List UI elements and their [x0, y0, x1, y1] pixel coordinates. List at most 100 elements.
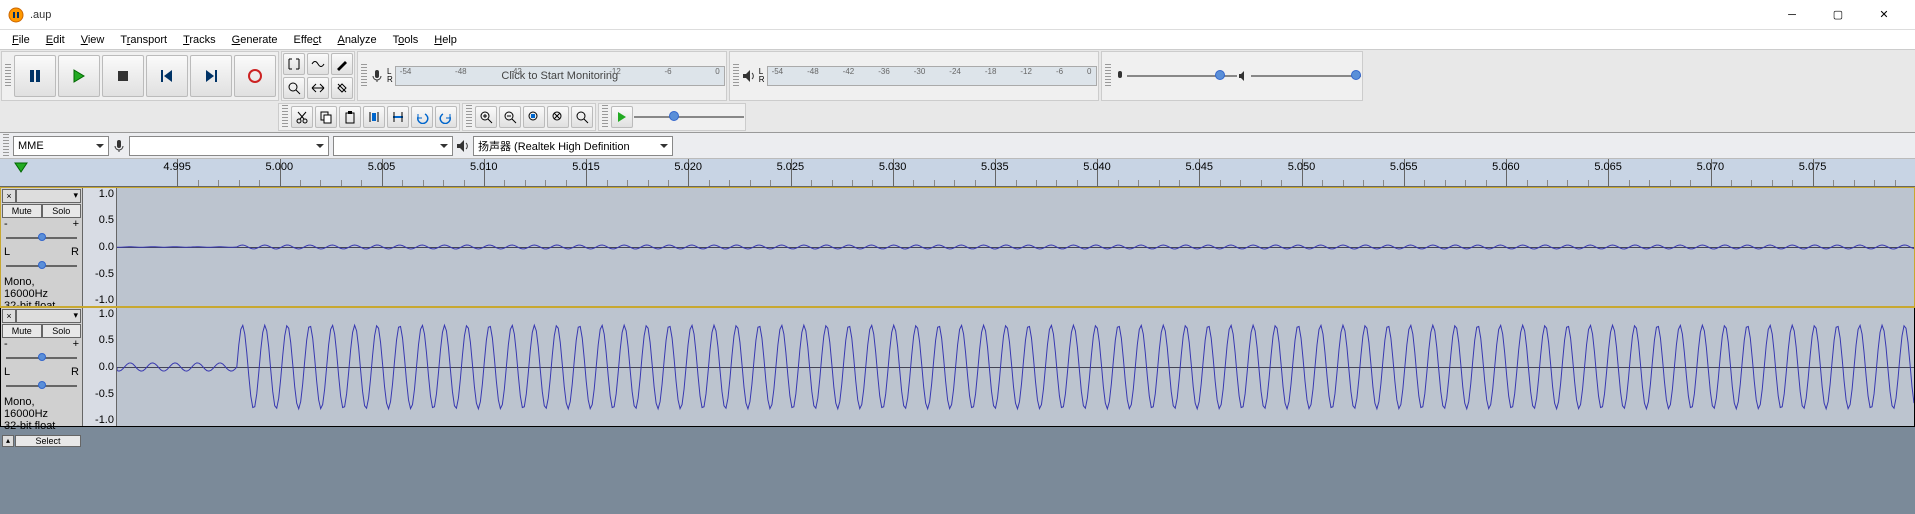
redo-button[interactable]	[435, 106, 457, 128]
undo-button[interactable]	[411, 106, 433, 128]
record-meter[interactable]: Click to Start Monitoring -54-48-42-12-6…	[395, 66, 725, 86]
zoom-sel-button[interactable]	[523, 106, 545, 128]
menu-tools[interactable]: Tools	[385, 32, 427, 48]
paste-button[interactable]	[339, 106, 361, 128]
cut-button[interactable]	[291, 106, 313, 128]
timeshift-tool-button[interactable]	[307, 77, 329, 99]
host-combo[interactable]: MME	[13, 136, 109, 156]
zoom-fit-button[interactable]	[547, 106, 569, 128]
gain-slider[interactable]	[6, 352, 77, 364]
multi-tool-button[interactable]	[331, 77, 353, 99]
mute-button[interactable]: Mute	[2, 324, 42, 338]
grip-icon[interactable]	[361, 64, 367, 88]
maximize-button[interactable]: ▢	[1815, 0, 1861, 30]
speaker-icon	[741, 68, 757, 84]
track-2[interactable]: × ▾ Mute Solo -+ LR Mono, 16000Hz32-bit …	[0, 307, 1915, 427]
menu-bar: File Edit View Transport Tracks Generate…	[0, 30, 1915, 50]
track-panel: × ▾ Mute Solo -+ LR Mono, 16000Hz32-bit …	[1, 308, 83, 426]
zoom-toggle-button[interactable]	[571, 106, 593, 128]
selection-tool-button[interactable]	[283, 53, 305, 75]
track-menu-button[interactable]: ▾	[16, 309, 81, 323]
zoom-out-button[interactable]	[499, 106, 521, 128]
play-volume-slider[interactable]	[1251, 66, 1361, 86]
edit-toolbar	[278, 103, 460, 131]
mic-icon	[1113, 69, 1127, 83]
track-menu-button[interactable]: ▾	[16, 189, 81, 203]
waveform-display[interactable]	[117, 308, 1914, 426]
draw-tool-button[interactable]	[331, 53, 353, 75]
rec-device-combo[interactable]	[129, 136, 329, 156]
mixer-toolbar	[1101, 51, 1363, 101]
meter-lr-label: LR	[757, 68, 767, 84]
meter-ticks: -54-48-42-12-60	[396, 67, 724, 85]
menu-tracks[interactable]: Tracks	[175, 32, 224, 48]
menu-edit[interactable]: Edit	[38, 32, 73, 48]
grip-icon[interactable]	[5, 64, 11, 88]
rec-channels-combo[interactable]	[333, 136, 453, 156]
grip-icon[interactable]	[602, 105, 608, 129]
waveform-display[interactable]	[117, 188, 1914, 306]
grip-icon[interactable]	[1105, 64, 1111, 88]
skip-end-button[interactable]	[190, 55, 232, 97]
menu-view[interactable]: View	[73, 32, 113, 48]
grip-icon[interactable]	[466, 105, 472, 129]
speaker-icon	[455, 138, 471, 154]
menu-help[interactable]: Help	[426, 32, 465, 48]
mute-button[interactable]: Mute	[2, 204, 42, 218]
play-meter-toolbar: LR -54-48-42-36-30-24-18-12-60	[729, 51, 1099, 101]
pan-slider[interactable]	[6, 380, 77, 392]
tracks-area: × ▾ Mute Solo -+ LR Mono, 16000Hz32-bit …	[0, 187, 1915, 427]
timeline-ruler[interactable]: 4.9955.0005.0055.0105.0155.0205.0255.030…	[0, 159, 1915, 187]
track-close-button[interactable]: ×	[2, 309, 16, 323]
copy-button[interactable]	[315, 106, 337, 128]
play-device-combo[interactable]: 扬声器 (Realtek High Definition	[473, 136, 673, 156]
pan-slider[interactable]	[6, 260, 77, 272]
meter-lr-label: LR	[385, 68, 395, 84]
tools-toolbar	[281, 51, 355, 101]
speed-slider[interactable]	[634, 107, 744, 127]
track-panel: × ▾ Mute Solo -+ LR Mono, 16000Hz32-bit …	[1, 188, 83, 306]
track-1[interactable]: × ▾ Mute Solo -+ LR Mono, 16000Hz32-bit …	[0, 187, 1915, 307]
meter-ticks: -54-48-42-36-30-24-18-12-60	[768, 67, 1096, 85]
play-meter[interactable]: -54-48-42-36-30-24-18-12-60	[767, 66, 1097, 86]
menu-effect[interactable]: Effect	[286, 32, 330, 48]
minimize-button[interactable]: ─	[1769, 0, 1815, 30]
solo-button[interactable]: Solo	[42, 324, 82, 338]
zoom-in-button[interactable]	[475, 106, 497, 128]
device-toolbar: MME 扬声器 (Realtek High Definition	[0, 133, 1915, 159]
solo-button[interactable]: Solo	[42, 204, 82, 218]
envelope-tool-button[interactable]	[307, 53, 329, 75]
play-button[interactable]	[58, 55, 100, 97]
menu-analyze[interactable]: Analyze	[329, 32, 384, 48]
menu-transport[interactable]: Transport	[112, 32, 175, 48]
play-at-speed-button[interactable]	[611, 106, 633, 128]
title-bar: .aup ─ ▢ ✕	[0, 0, 1915, 30]
menu-generate[interactable]: Generate	[224, 32, 286, 48]
collapse-button[interactable]: ▴	[2, 435, 14, 447]
vertical-scale[interactable]: 1.00.50.0-0.5-1.0	[83, 188, 117, 306]
track-info: Mono, 16000Hz32-bit float	[2, 394, 81, 434]
app-icon	[8, 7, 24, 23]
skip-start-button[interactable]	[146, 55, 188, 97]
track-close-button[interactable]: ×	[2, 189, 16, 203]
pause-button[interactable]	[14, 55, 56, 97]
stop-button[interactable]	[102, 55, 144, 97]
vertical-scale[interactable]: 1.00.50.0-0.5-1.0	[83, 308, 117, 426]
close-button[interactable]: ✕	[1861, 0, 1907, 30]
gain-slider[interactable]	[6, 232, 77, 244]
mic-icon	[369, 68, 385, 84]
menu-file[interactable]: File	[4, 32, 38, 48]
rec-volume-slider[interactable]	[1127, 66, 1237, 86]
trim-button[interactable]	[363, 106, 385, 128]
mic-icon	[111, 138, 127, 154]
grip-icon[interactable]	[733, 64, 739, 88]
record-meter-toolbar: LR Click to Start Monitoring -54-48-42-1…	[357, 51, 727, 101]
grip-icon[interactable]	[3, 134, 9, 158]
zoom-tool-button[interactable]	[283, 77, 305, 99]
window-title: .aup	[30, 9, 1769, 21]
track-select-button[interactable]: Select	[15, 435, 81, 447]
toolbars: LR Click to Start Monitoring -54-48-42-1…	[0, 50, 1915, 133]
silence-button[interactable]	[387, 106, 409, 128]
record-button[interactable]	[234, 55, 276, 97]
grip-icon[interactable]	[282, 105, 288, 129]
